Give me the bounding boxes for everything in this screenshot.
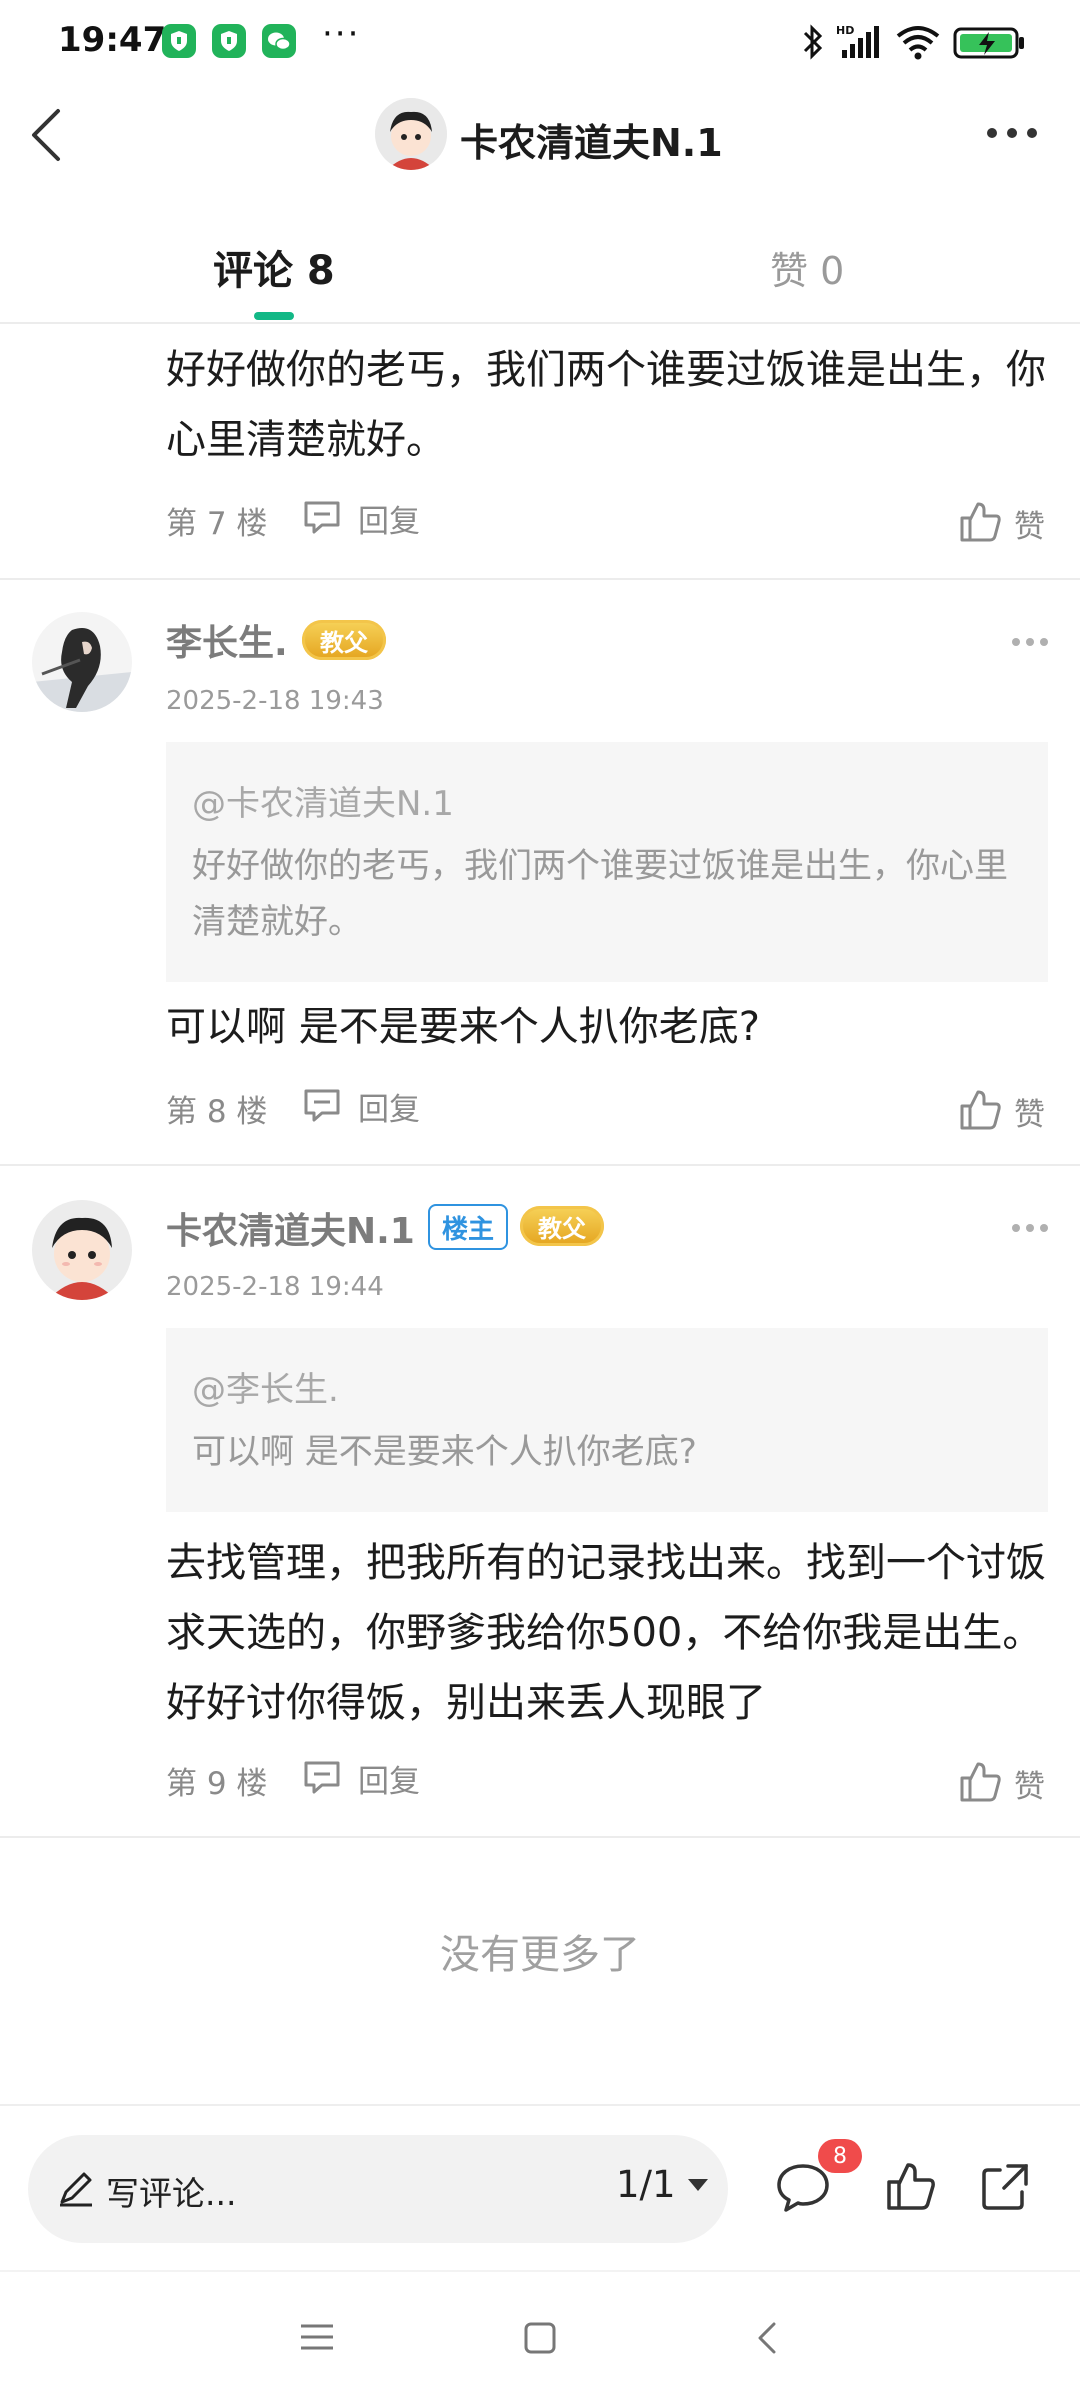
active-tab-indicator xyxy=(254,312,294,320)
home-square-icon[interactable] xyxy=(522,2320,558,2360)
like-label: 赞 xyxy=(1014,1096,1045,1133)
share-icon[interactable] xyxy=(978,2158,1034,2218)
reply-label: 回复 xyxy=(358,1092,420,1128)
thumbs-up-icon xyxy=(958,1086,1002,1136)
comment-body: 好好做你的老丐，我们两个谁要过饭谁是出生，你心里清楚就好。 xyxy=(166,347,1046,463)
like-button[interactable]: 赞 xyxy=(958,1086,1045,1136)
comment-divider xyxy=(0,1836,1080,1838)
comment-count-badge: 8 xyxy=(818,2139,862,2173)
page-indicator[interactable]: 1/1 xyxy=(616,2163,676,2206)
hd-signal-icon: HD xyxy=(836,22,882,62)
like-label: 赞 xyxy=(1014,1768,1045,1805)
reply-button[interactable]: 回复 xyxy=(300,1084,420,1129)
comment-body: 可以啊 是不是要来个人扒你老底? xyxy=(166,1004,760,1050)
like-label: 赞 xyxy=(1014,508,1045,545)
comment-divider xyxy=(0,578,1080,580)
thumbs-up-icon xyxy=(958,498,1002,548)
back-arrow-icon[interactable] xyxy=(22,105,72,165)
reply-button[interactable]: 回复 xyxy=(300,496,420,541)
comment-more-icon[interactable] xyxy=(1010,1220,1050,1236)
reply-icon xyxy=(300,497,344,541)
user-avatar[interactable] xyxy=(32,612,132,712)
username[interactable]: 李长生. xyxy=(166,614,288,666)
owner-badge: 楼主 xyxy=(428,1204,509,1250)
comment-body: 去找管理，把我所有的记录找出来。找到一个讨饭求天选的，你野爹我给你500，不给你… xyxy=(166,1540,1046,1726)
reply-icon xyxy=(300,1757,344,1801)
like-button[interactable]: 赞 xyxy=(958,1758,1045,1808)
quoted-comment[interactable]: @卡农清道夫N.1 好好做你的老丐，我们两个谁要过饭谁是出生，你心里清楚就好。 xyxy=(166,742,1048,982)
reply-icon xyxy=(300,1085,344,1129)
quote-text: 好好做你的老丐，我们两个谁要过饭谁是出生，你心里清楚就好。 xyxy=(192,846,1008,942)
app-shield-icon xyxy=(212,24,246,58)
tab-likes[interactable]: 赞 0 xyxy=(770,240,844,295)
end-of-list-text: 没有更多了 xyxy=(440,1932,640,1978)
wechat-icon xyxy=(262,24,296,58)
floor-label: 第 9 楼 xyxy=(166,1766,268,1802)
comment-timestamp: 2025-2-18 19:44 xyxy=(166,1272,384,1302)
username[interactable]: 卡农清道夫N.1 xyxy=(166,1202,415,1254)
reply-button[interactable]: 回复 xyxy=(300,1756,420,1801)
bluetooth-icon xyxy=(800,22,826,62)
comment-more-icon[interactable] xyxy=(1010,634,1050,650)
back-triangle-icon[interactable] xyxy=(752,2318,782,2362)
pencil-icon xyxy=(56,2168,96,2212)
user-avatar[interactable] xyxy=(32,1200,132,1300)
quoted-comment[interactable]: @李长生. 可以啊 是不是要来个人扒你老底? xyxy=(166,1328,1048,1512)
quote-text: 可以啊 是不是要来个人扒你老底? xyxy=(192,1432,697,1472)
battery-charging-icon xyxy=(953,26,1027,60)
thumbs-up-icon[interactable] xyxy=(884,2158,936,2218)
tab-divider xyxy=(0,322,1080,324)
more-horizontal-icon[interactable] xyxy=(982,118,1042,148)
floor-label: 第 8 楼 xyxy=(166,1094,268,1130)
rank-badge: 教父 xyxy=(520,1206,604,1246)
rank-badge: 教父 xyxy=(302,620,386,660)
menu-icon[interactable] xyxy=(298,2320,336,2358)
comment-divider xyxy=(0,1164,1080,1166)
status-more-icon: ··· xyxy=(322,14,361,54)
bottom-divider xyxy=(0,2104,1080,2106)
reply-label: 回复 xyxy=(358,1764,420,1800)
tab-comments[interactable]: 评论 8 xyxy=(213,238,335,296)
comment-timestamp: 2025-2-18 19:43 xyxy=(166,686,384,716)
wifi-icon xyxy=(895,22,941,62)
reply-label: 回复 xyxy=(358,504,420,540)
quote-mention: @李长生. xyxy=(192,1370,339,1410)
thumbs-up-icon xyxy=(958,1758,1002,1808)
compose-placeholder: 写评论... xyxy=(106,2174,237,2213)
floor-label: 第 7 楼 xyxy=(166,506,268,542)
svg-text:HD: HD xyxy=(836,24,854,37)
header-avatar[interactable] xyxy=(375,98,447,170)
header-title: 卡农清道夫N.1 xyxy=(460,121,723,165)
status-time: 19:47 xyxy=(58,20,167,60)
quote-mention: @卡农清道夫N.1 xyxy=(192,784,454,824)
app-shield-icon xyxy=(162,24,196,58)
like-button[interactable]: 赞 xyxy=(958,498,1045,548)
dropdown-triangle-icon[interactable] xyxy=(686,2176,710,2198)
